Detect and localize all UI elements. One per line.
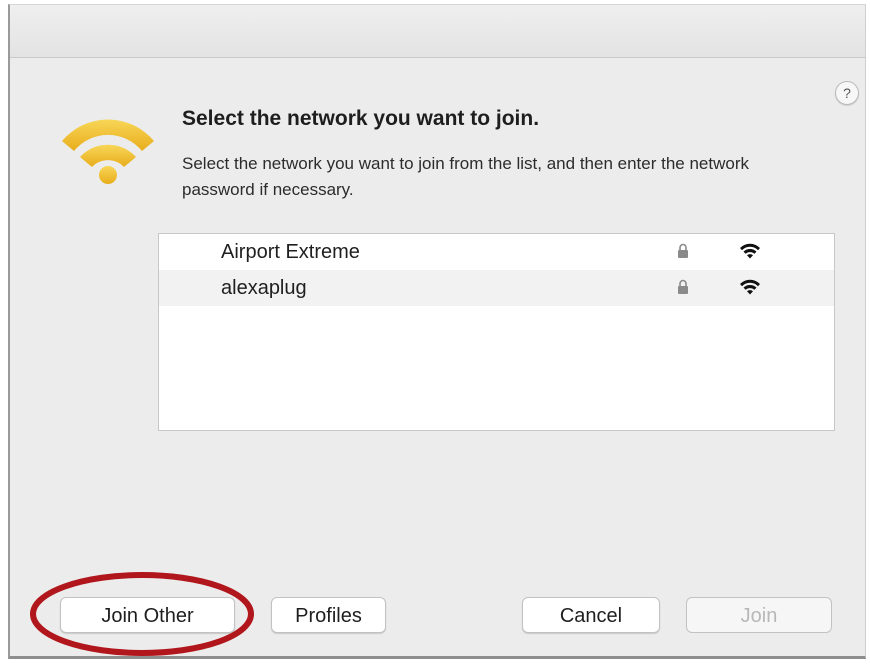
dialog-headline: Select the network you want to join. — [182, 107, 540, 130]
screenshot-stage: ? Select the network you want to join. S… — [0, 0, 870, 667]
lock-icon — [678, 243, 688, 258]
network-list[interactable]: Airport Extreme alexaplug — [158, 233, 835, 431]
wifi-signal-icon — [740, 279, 760, 295]
dialog-titlebar — [10, 5, 865, 58]
network-name: alexaplug — [221, 277, 307, 299]
lock-icon — [678, 279, 688, 294]
profiles-button[interactable]: Profiles — [271, 597, 386, 633]
dialog-description: Select the network you want to join from… — [182, 154, 749, 199]
join-button[interactable]: Join — [686, 597, 832, 633]
wifi-signal-icon — [740, 243, 760, 259]
cancel-button[interactable]: Cancel — [522, 597, 660, 633]
network-row-airport-extreme[interactable]: Airport Extreme — [159, 234, 834, 270]
wifi-icon — [62, 119, 154, 184]
network-name: Airport Extreme — [221, 241, 360, 263]
help-button[interactable]: ? — [835, 81, 859, 105]
network-row-alexaplug[interactable]: alexaplug — [159, 270, 834, 306]
join-other-button[interactable]: Join Other — [60, 597, 235, 633]
network-join-dialog: ? Select the network you want to join. S… — [8, 4, 866, 659]
